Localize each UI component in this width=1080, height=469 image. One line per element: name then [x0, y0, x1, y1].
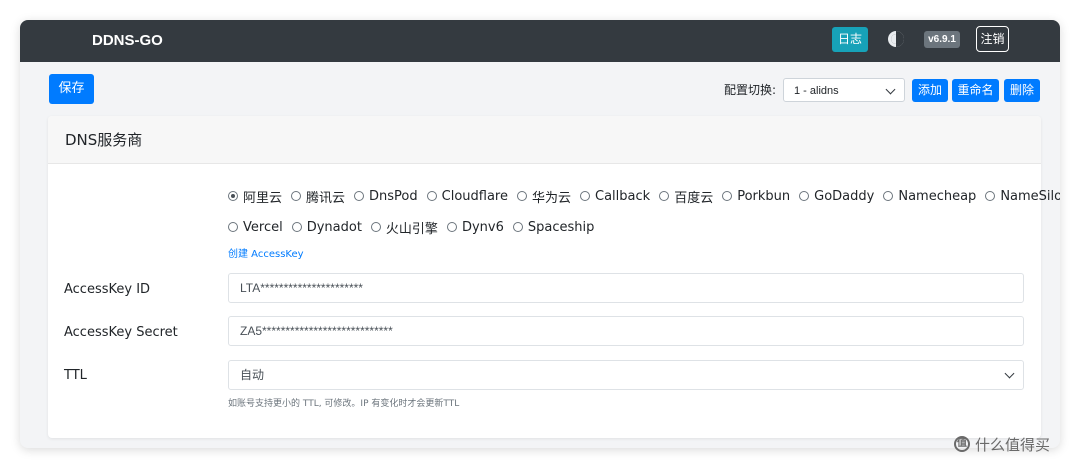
- ttl-select-value: 自动: [240, 368, 265, 382]
- provider-radio-百度云[interactable]: 百度云: [659, 187, 713, 206]
- provider-radio-callback[interactable]: Callback: [580, 189, 650, 204]
- provider-radio-spaceship[interactable]: Spaceship: [512, 219, 595, 235]
- save-button[interactable]: 保存: [49, 74, 94, 104]
- ttl-hint: 如账号支持更小的 TTL, 可修改。IP 有变化时才会更新TTL: [228, 399, 460, 409]
- chevron-down-icon: [1004, 368, 1015, 379]
- provider-radio-华为云[interactable]: 华为云: [517, 187, 571, 206]
- provider-label: Namecheap: [898, 188, 977, 204]
- add-config-button[interactable]: 添加: [912, 79, 948, 102]
- provider-label: DnsPod: [369, 188, 418, 204]
- provider-label: Cloudflare: [441, 188, 508, 204]
- log-button[interactable]: 日志: [832, 27, 868, 52]
- radio-dot-icon: [722, 191, 733, 201]
- provider-radio-group-row1: 阿里云 腾讯云 DnsPod Cloudflare 华为云 Callback 百度云 Pork…: [228, 186, 1060, 206]
- config-switch-label: 配置切换:: [724, 83, 777, 97]
- provider-radio-dynv6[interactable]: Dynv6: [446, 219, 504, 235]
- radio-dot-icon: [883, 191, 894, 201]
- radio-dot-icon: [512, 222, 523, 232]
- radio-dot-icon: [659, 191, 670, 201]
- radio-dot-icon: [370, 222, 381, 232]
- watermark: 值 什么值得买: [954, 433, 1050, 455]
- provider-label: Porkbun: [737, 188, 791, 204]
- radio-dot-icon: [985, 191, 996, 201]
- provider-radio-porkbun[interactable]: Porkbun: [722, 189, 790, 204]
- provider-label: 腾讯云: [306, 190, 346, 206]
- ttl-select[interactable]: 自动: [228, 360, 1024, 390]
- watermark-text: 什么值得买: [975, 435, 1051, 454]
- provider-label: GoDaddy: [814, 188, 875, 204]
- provider-radio-dnspod[interactable]: DnsPod: [354, 189, 418, 204]
- delete-config-button[interactable]: 删除: [1004, 79, 1040, 102]
- provider-label: Dynv6: [461, 219, 504, 235]
- provider-radio-group-row2: Vercel Dynadot 火山引擎 Dynv6 Spaceship: [228, 217, 603, 237]
- radio-dot-icon: [446, 222, 457, 232]
- config-select-value: 1 - alidns: [794, 85, 839, 97]
- provider-radio-dynadot[interactable]: Dynadot: [291, 219, 362, 235]
- access-key-secret-label: AccessKey Secret: [64, 325, 178, 340]
- rename-config-button[interactable]: 重命名: [952, 79, 999, 102]
- radio-dot-icon: [291, 222, 302, 232]
- logout-button[interactable]: 注销: [976, 26, 1009, 52]
- provider-label: 阿里云: [243, 190, 283, 206]
- provider-radio-namecheap[interactable]: Namecheap: [883, 189, 976, 204]
- provider-label: Dynadot: [306, 219, 362, 235]
- radio-dot-icon: [228, 191, 238, 201]
- access-key-secret-input[interactable]: ZA5****************************: [228, 316, 1024, 346]
- watermark-logo-icon: 值: [954, 436, 970, 452]
- provider-label: Vercel: [243, 219, 283, 235]
- provider-radio-vercel[interactable]: Vercel: [228, 220, 283, 235]
- provider-radio-cloudflare[interactable]: Cloudflare: [426, 188, 508, 204]
- theme-toggle-icon[interactable]: [888, 31, 904, 47]
- radio-dot-icon: [799, 191, 810, 201]
- radio-dot-icon: [580, 191, 591, 201]
- provider-label: NameSilo: [1000, 188, 1060, 204]
- chevron-down-icon: [885, 84, 896, 95]
- ttl-label: TTL: [64, 368, 87, 383]
- radio-dot-icon: [517, 191, 527, 201]
- radio-dot-icon: [291, 191, 302, 201]
- provider-label: 百度云: [674, 190, 714, 206]
- dns-provider-card: DNS服务商 阿里云 腾讯云 DnsPod Cloudflare 华为云 Callback…: [48, 116, 1060, 438]
- version-badge[interactable]: v6.9.1: [924, 31, 960, 48]
- provider-label: 火山引擎: [385, 221, 438, 237]
- brand-title: DDNS-GO: [92, 32, 163, 49]
- provider-label: Spaceship: [527, 219, 595, 235]
- access-key-id-label: AccessKey ID: [64, 282, 151, 297]
- config-select[interactable]: 1 - alidns: [783, 78, 905, 102]
- radio-dot-icon: [354, 191, 365, 201]
- card-title: DNS服务商: [65, 131, 143, 149]
- provider-radio-火山引擎[interactable]: 火山引擎: [370, 218, 438, 237]
- create-accesskey-link[interactable]: 创建 AccessKey: [228, 245, 304, 260]
- navbar: DDNS-GO 日志 v6.9.1 注销: [20, 20, 1060, 62]
- provider-label: Callback: [595, 188, 651, 204]
- provider-label: 华为云: [532, 190, 572, 206]
- app-window: DDNS-GO 日志 v6.9.1 注销 保存 配置切换: 1 - alidns…: [20, 20, 1060, 448]
- provider-radio-阿里云[interactable]: 阿里云: [228, 187, 282, 206]
- provider-radio-腾讯云[interactable]: 腾讯云: [291, 187, 345, 206]
- access-key-id-input[interactable]: LTA**********************: [228, 273, 1024, 303]
- provider-radio-godaddy[interactable]: GoDaddy: [799, 189, 874, 204]
- radio-dot-icon: [426, 191, 437, 201]
- radio-dot-icon: [228, 222, 238, 232]
- card-header: DNS服务商: [48, 116, 1041, 164]
- provider-radio-namesilo[interactable]: NameSilo: [985, 189, 1060, 204]
